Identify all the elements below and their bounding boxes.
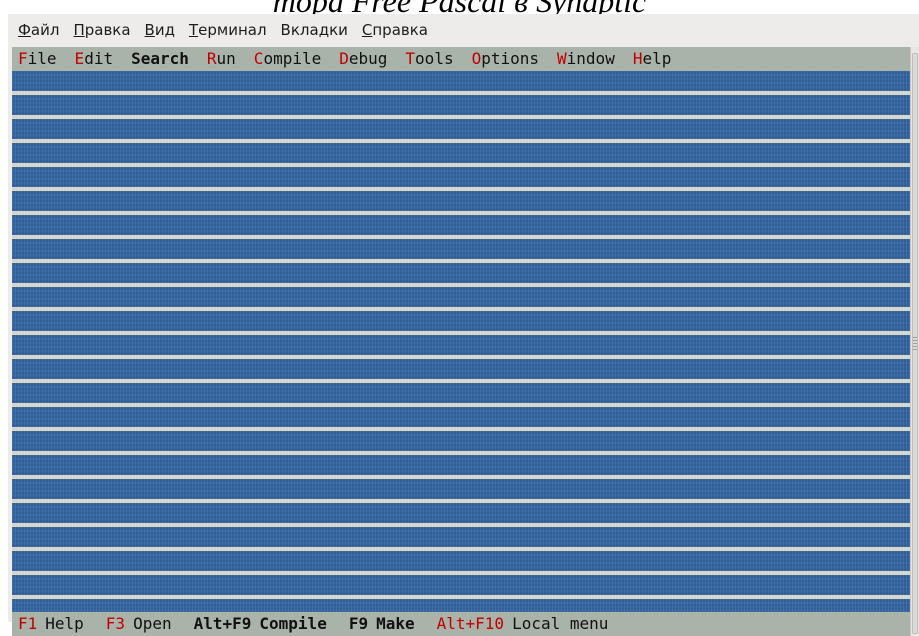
shortcut-label: Make xyxy=(376,614,415,633)
status-help[interactable]: F1 Help xyxy=(18,612,84,636)
shortcut-label: Compile xyxy=(259,614,327,633)
shortcut-key: F9 xyxy=(348,614,369,633)
terminal-window: Файл Правка Вид Терминал Вкладки Справка… xyxy=(8,14,919,636)
terminal-menu-edit[interactable]: Правка xyxy=(66,14,137,46)
menu-label: айл xyxy=(30,21,60,39)
ide-menu-debug[interactable]: Debug xyxy=(339,47,387,71)
menu-label: dit xyxy=(84,49,114,68)
terminal-menubar: Файл Правка Вид Терминал Вкладки Справка xyxy=(8,14,919,46)
terminal-menu-help[interactable]: Справка xyxy=(355,14,435,46)
ide-menu-window[interactable]: Window xyxy=(557,47,615,71)
shortcut-key: Alt+F9 xyxy=(193,614,252,633)
menu-label: ools xyxy=(415,49,454,68)
menu-label: Search xyxy=(131,49,189,68)
ide-menu-search[interactable]: Search xyxy=(131,47,189,71)
mnemonic: С xyxy=(361,21,373,39)
mnemonic: В xyxy=(144,21,155,39)
mnemonic: П xyxy=(73,21,85,39)
menu-label: ерминал xyxy=(198,21,267,39)
menu-label: ile xyxy=(27,49,57,68)
terminal-scrollbar[interactable] xyxy=(910,47,919,636)
hotkey-letter: C xyxy=(253,49,264,68)
ide-menu-run[interactable]: Run xyxy=(207,47,236,71)
shortcut-key: F3 xyxy=(105,614,126,633)
shortcut-key: Alt+F10 xyxy=(436,614,505,633)
ide-menu-options[interactable]: Options xyxy=(472,47,539,71)
shortcut-key: F1 xyxy=(18,614,38,633)
hotkey-letter: D xyxy=(339,49,349,68)
terminal-menu-tabs[interactable]: Вкладки xyxy=(274,14,355,46)
menu-label: ebug xyxy=(348,49,388,68)
hotkey-letter: R xyxy=(206,49,217,68)
hotkey-letter: O xyxy=(471,49,482,68)
hotkey-letter: E xyxy=(74,49,85,68)
hotkey-letter: T xyxy=(405,49,416,68)
mnemonic: д xyxy=(318,21,330,39)
status-compile[interactable]: Alt+F9 Compile xyxy=(194,612,327,636)
mnemonic: Ф xyxy=(18,21,31,39)
menu-label: indow xyxy=(566,49,615,68)
hotkey-letter: W xyxy=(557,49,567,68)
ide-menu-file[interactable]: File xyxy=(18,47,57,71)
mnemonic: Т xyxy=(188,21,199,39)
status-local-menu[interactable]: Alt+F10 Local menu xyxy=(437,612,609,636)
ide-statusbar: F1 Help F3 Open Alt+F9 Compile F9 Make Alt+F… xyxy=(12,612,910,636)
menu-label: ид xyxy=(154,21,175,39)
status-make[interactable]: F9 Make xyxy=(349,612,415,636)
menu-label: ки xyxy=(329,21,348,39)
shortcut-label: Help xyxy=(45,614,84,633)
menu-label: Вкла xyxy=(280,21,319,39)
hotkey-letter: F xyxy=(18,49,28,68)
ide-menubar: File Edit Search Run Compile Debug Tools… xyxy=(12,47,910,71)
status-open[interactable]: F3 Open xyxy=(106,612,172,636)
terminal-menu-view[interactable]: Вид xyxy=(138,14,182,46)
terminal-menu-file[interactable]: Файл xyxy=(8,14,66,46)
shortcut-label: Local menu xyxy=(512,614,609,633)
menu-label: ompile xyxy=(263,49,322,68)
ide-menu-edit[interactable]: Edit xyxy=(75,47,114,71)
ide-menu-help[interactable]: Help xyxy=(633,47,672,71)
shortcut-label: Open xyxy=(133,614,172,633)
menu-label: elp xyxy=(642,49,672,68)
ide-menu-compile[interactable]: Compile xyxy=(254,47,321,71)
terminal-screen[interactable]: File Edit Search Run Compile Debug Tools… xyxy=(12,47,910,636)
ide-menu-tools[interactable]: Tools xyxy=(405,47,453,71)
ide-desktop[interactable] xyxy=(12,71,910,612)
terminal-menu-terminal[interactable]: Терминал xyxy=(182,14,274,46)
menu-label: правка xyxy=(372,21,428,39)
scrollbar-grip xyxy=(913,337,917,351)
menu-label: ptions xyxy=(481,49,540,68)
menu-label: un xyxy=(216,49,236,68)
menu-label: равка xyxy=(84,21,131,39)
